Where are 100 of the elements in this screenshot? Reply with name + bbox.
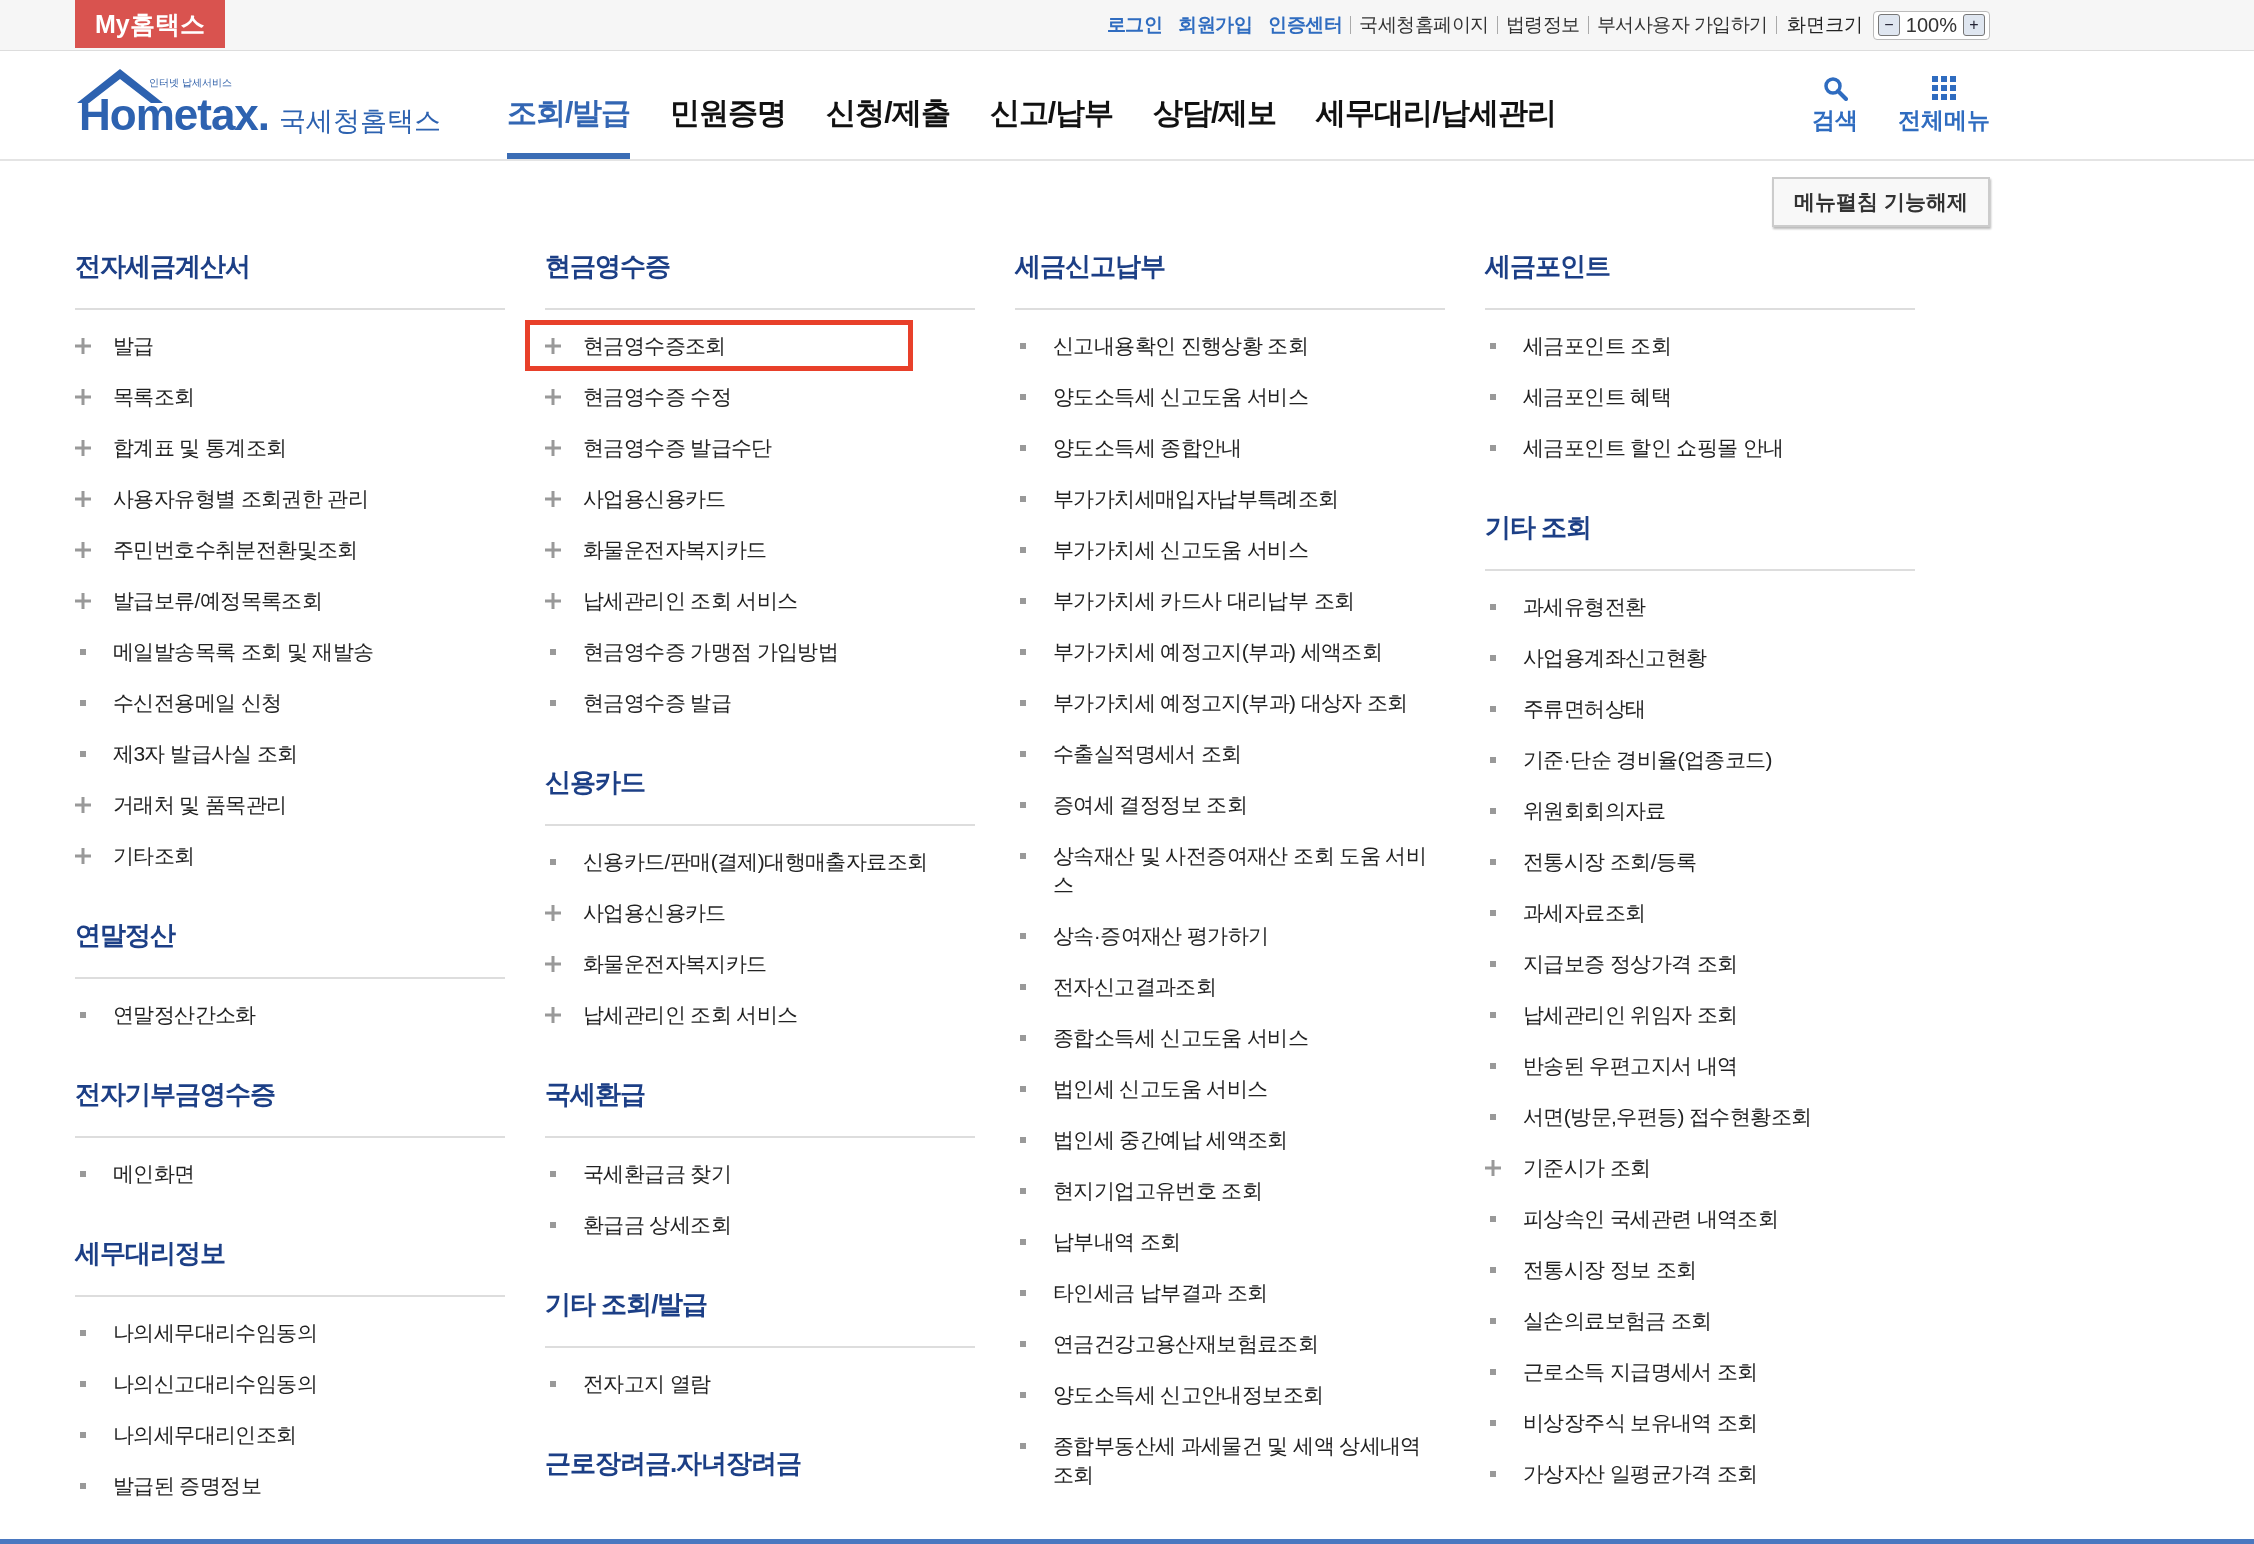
menu-item[interactable]: 세금포인트 조회 (1485, 320, 1915, 371)
menu-item[interactable]: 합계표 및 통계조회 (75, 422, 505, 473)
menu-item[interactable]: 비상장주식 보유내역 조회 (1485, 1397, 1915, 1448)
logo-wordmark[interactable]: Hometax. (79, 90, 270, 140)
nav-tab[interactable]: 조회/발급 (507, 51, 631, 159)
menu-item[interactable]: 전통시장 조회/등록 (1485, 836, 1915, 887)
menu-item[interactable]: 전자고지 열람 (545, 1358, 975, 1409)
menu-item[interactable]: 전통시장 정보 조회 (1485, 1244, 1915, 1295)
menu-item[interactable]: 발급된 증명정보 (75, 1460, 505, 1503)
menu-item[interactable]: 상속재산 및 사전증여재산 조회 도움 서비스 (1015, 830, 1445, 910)
menu-item[interactable]: 서면(방문,우편등) 접수현황조회 (1485, 1091, 1915, 1142)
menu-item[interactable]: 부가가치세 예정고지(부과) 세액조회 (1015, 626, 1445, 677)
menu-item[interactable]: 납세관리인 위임자 조회 (1485, 989, 1915, 1040)
menu-item[interactable]: 기준·단순 경비율(업종코드) (1485, 734, 1915, 785)
plus-icon (75, 388, 91, 405)
menu-item[interactable]: 연금건강고용산재보험료조회 (1015, 1318, 1445, 1369)
menu-item[interactable]: 환급금 상세조회 (545, 1199, 975, 1250)
menu-item[interactable]: 실손의료보험금 조회 (1485, 1295, 1915, 1346)
menu-item[interactable]: 현금영수증 수정 (545, 371, 975, 422)
logo-text[interactable]: 국세청홈택스 (279, 103, 442, 139)
menu-item[interactable]: 현지기업고유번호 조회 (1015, 1165, 1445, 1216)
menu-item[interactable]: 수신전용메일 신청 (75, 677, 505, 728)
top-link[interactable]: 인증센터 (1260, 16, 1351, 34)
top-link[interactable]: 국세청홈페이지 (1350, 16, 1497, 34)
nav-tab[interactable]: 신청/제출 (826, 51, 950, 159)
top-link[interactable]: 로그인 (1098, 16, 1171, 34)
menu-item[interactable]: 납세관리인 조회 서비스 (545, 989, 975, 1040)
nav-tab[interactable]: 신고/납부 (989, 51, 1114, 159)
menu-item[interactable]: 증여세 결정정보 조회 (1015, 779, 1445, 830)
menu-item[interactable]: 양도소득세 신고안내정보조회 (1015, 1369, 1445, 1420)
menu-item[interactable]: 위원회회의자료 (1485, 785, 1915, 836)
menu-item[interactable]: 기타조회 (75, 830, 505, 881)
menu-item[interactable]: 가상자산 일평균가격 조회 (1485, 1448, 1915, 1499)
menu-item-label: 종합부동산세 과세물건 및 세액 상세내역 조회 (1053, 1433, 1422, 1488)
top-link[interactable]: 법령정보 (1496, 16, 1588, 34)
menu-item[interactable]: 타인세금 납부결과 조회 (1015, 1267, 1445, 1318)
menu-item[interactable]: 주류면허상태 (1485, 683, 1915, 734)
menu-item[interactable]: 사업용신용카드 (545, 473, 975, 524)
menu-item[interactable]: 법인세 신고도움 서비스 (1015, 1063, 1445, 1114)
menu-item[interactable]: 메일발송목록 조회 및 재발송 (75, 626, 505, 677)
menu-item[interactable]: 법인세 중간예납 세액조회 (1015, 1114, 1445, 1165)
menu-item[interactable]: 피상속인 국세관련 내역조회 (1485, 1193, 1915, 1244)
menu-item[interactable]: 현금영수증 발급 (545, 677, 975, 728)
top-link[interactable]: 부서사용자 가입하기 (1587, 16, 1776, 34)
menu-item[interactable]: 국세환급금 찾기 (545, 1148, 975, 1199)
menu-item[interactable]: 반송된 우편고지서 내역 (1485, 1040, 1915, 1091)
menu-item[interactable]: 화물운전자복지카드 (545, 524, 975, 575)
menu-item[interactable]: 발급 (75, 320, 505, 371)
top-link[interactable]: 회원가입 (1170, 16, 1261, 34)
menu-item[interactable]: 수출실적명세서 조회 (1015, 728, 1445, 779)
menu-item[interactable]: 메인화면 (75, 1148, 505, 1199)
menu-item[interactable]: 납세관리인 조회 서비스 (545, 575, 975, 626)
bullet-icon (1490, 1470, 1496, 1477)
menu-item[interactable]: 주민번호수취분전환및조회 (75, 524, 505, 575)
nav-tab[interactable]: 세무대리/납세관리 (1316, 51, 1556, 159)
plus-icon (1485, 1159, 1501, 1176)
menu-item[interactable]: 사용자유형별 조회권한 관리 (75, 473, 505, 524)
menu-item[interactable]: 신용카드/판매(결제)대행매출자료조회 (545, 836, 975, 887)
menu-item[interactable]: 연말정산간소화 (75, 989, 505, 1040)
menu-item[interactable]: 기준시가 조회 (1485, 1142, 1915, 1193)
menu-item[interactable]: 과세자료조회 (1485, 887, 1915, 938)
menu-item[interactable]: 부가가치세 신고도움 서비스 (1015, 524, 1445, 575)
menu-item[interactable]: 사업용신용카드 (545, 887, 975, 938)
menu-item[interactable]: 전자신고결과조회 (1015, 961, 1445, 1012)
menu-item[interactable]: 납부내역 조회 (1015, 1216, 1445, 1267)
zoom-out-button[interactable]: − (1877, 14, 1900, 36)
menu-item-label: 사업용신용카드 (583, 900, 727, 926)
menu-item[interactable]: 과세유형전환 (1485, 581, 1915, 632)
menu-item[interactable]: 종합소득세 신고도움 서비스 (1015, 1012, 1445, 1063)
menu-item[interactable]: 양도소득세 신고도움 서비스 (1015, 371, 1445, 422)
menu-item[interactable]: 부가가치세매입자납부특례조회 (1015, 473, 1445, 524)
menu-item[interactable]: 나의신고대리수임동의 (75, 1358, 505, 1409)
menu-item[interactable]: 종합부동산세 과세물건 및 세액 상세내역 조회 (1015, 1420, 1445, 1500)
menu-item[interactable]: 화물운전자복지카드 (545, 938, 975, 989)
menu-item[interactable]: 지급보증 정상가격 조회 (1485, 938, 1915, 989)
menu-item[interactable]: 상속·증여재산 평가하기 (1015, 910, 1445, 961)
all-menu-button[interactable]: 전체메뉴 (1898, 74, 1990, 136)
menu-item[interactable]: 신고내용확인 진행상황 조회 (1015, 320, 1445, 371)
menu-item[interactable]: 나의세무대리수임동의 (75, 1307, 505, 1358)
menu-item[interactable]: 양도소득세 종합안내 (1015, 422, 1445, 473)
menu-item[interactable]: 현금영수증 가맹점 가입방법 (545, 626, 975, 677)
nav-tab[interactable]: 상담/제보 (1153, 51, 1277, 159)
menu-item[interactable]: 목록조회 (75, 371, 505, 422)
my-hometax-tab[interactable]: My홈택스 (75, 0, 225, 48)
search-button[interactable]: 검색 (1812, 74, 1858, 136)
menu-item[interactable]: 부가가치세 카드사 대리납부 조회 (1015, 575, 1445, 626)
collapse-menu-button[interactable]: 메뉴펼침 기능해제 (1772, 177, 1990, 227)
menu-item[interactable]: 현금영수증조회 (525, 320, 913, 371)
menu-item[interactable]: 제3자 발급사실 조회 (75, 728, 505, 779)
menu-item[interactable]: 세금포인트 혜택 (1485, 371, 1915, 422)
menu-item[interactable]: 발급보류/예정목록조회 (75, 575, 505, 626)
zoom-in-button[interactable]: + (1963, 14, 1985, 36)
menu-item[interactable]: 현금영수증 발급수단 (545, 422, 975, 473)
menu-item[interactable]: 사업용계좌신고현황 (1485, 632, 1915, 683)
menu-item[interactable]: 부가가치세 예정고지(부과) 대상자 조회 (1015, 677, 1445, 728)
menu-item[interactable]: 세금포인트 할인 쇼핑몰 안내 (1485, 422, 1915, 473)
menu-item[interactable]: 근로소득 지급명세서 조회 (1485, 1346, 1915, 1397)
menu-item[interactable]: 거래처 및 품목관리 (75, 779, 505, 830)
nav-tab[interactable]: 민원증명 (670, 51, 787, 159)
menu-item[interactable]: 나의세무대리인조회 (75, 1409, 505, 1460)
